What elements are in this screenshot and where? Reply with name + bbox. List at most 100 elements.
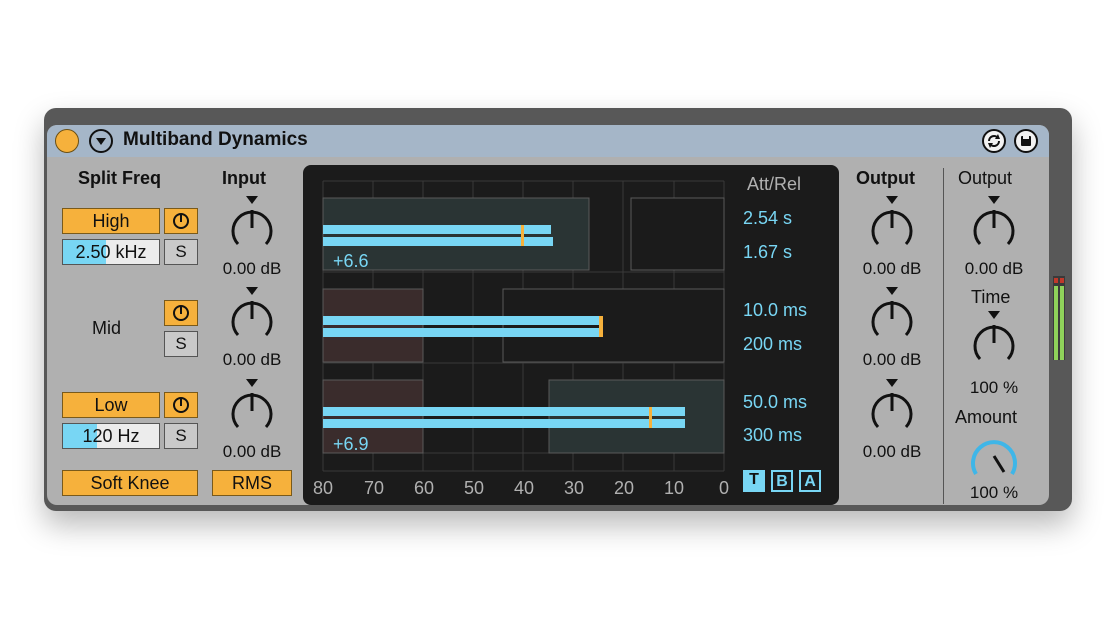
input-mid-value: 0.00 dB: [222, 350, 282, 369]
mid-band-above-region: [502, 288, 725, 363]
knob-icon: [871, 287, 913, 337]
tick-label: 0: [719, 478, 730, 498]
meter-right-channel: [1060, 286, 1064, 360]
att-rel-header: Att/Rel: [747, 174, 802, 194]
high-split-freq-field[interactable]: 2.50 kHz: [62, 239, 160, 265]
knob-icon: [973, 196, 1015, 246]
input-knob-mid[interactable]: [224, 285, 280, 343]
knob-icon: [231, 196, 273, 246]
low-split-freq-text: 120 Hz: [63, 426, 159, 447]
meter-clip-left: [1054, 278, 1058, 283]
high-band-gain-readout: +6.6: [333, 251, 369, 271]
low-band-meter-top: [323, 407, 685, 416]
collapse-icon[interactable]: [89, 129, 113, 153]
tick-label: 70: [364, 478, 385, 498]
view-above-button[interactable]: A: [799, 470, 821, 492]
high-band-activator[interactable]: [164, 208, 198, 234]
amount-value: 100 %: [969, 483, 1019, 502]
tick-label: 40: [514, 478, 535, 498]
low-release-value[interactable]: 300 ms: [743, 425, 802, 446]
section-divider: [943, 168, 944, 504]
low-band-gain-readout: +6.9: [333, 434, 369, 454]
knob-icon: [231, 287, 273, 337]
output-high-value: 0.00 dB: [862, 259, 922, 278]
mid-band-meter-bottom: [323, 328, 603, 337]
rms-button[interactable]: RMS: [212, 470, 292, 496]
mid-band-peak-marker: [599, 316, 603, 337]
low-band-peak-marker: [649, 407, 652, 428]
knob-icon: [971, 440, 1017, 476]
x-axis-ticks: 80 70 60 50 40 30 20 10 0: [303, 478, 743, 500]
meter-clip-right: [1060, 278, 1064, 283]
knob-icon: [231, 379, 273, 429]
input-low-value: 0.00 dB: [222, 442, 282, 461]
knob-icon: [871, 196, 913, 246]
high-band-button[interactable]: High: [62, 208, 160, 234]
high-band-peak-marker: [521, 225, 524, 246]
device-title: Multiband Dynamics: [123, 129, 308, 150]
low-band-meter-bottom: [323, 419, 685, 428]
high-band-meter-bottom: [323, 237, 553, 246]
low-split-freq-unit: Hz: [117, 426, 140, 446]
power-icon[interactable]: [55, 129, 79, 153]
output-low-value: 0.00 dB: [862, 442, 922, 461]
dynamics-display[interactable]: +6.6 +6.9 80 70 60 50 40 30 20 10 0 Att/…: [303, 165, 839, 505]
mid-solo-button[interactable]: S: [164, 331, 198, 357]
output-knob-low[interactable]: [864, 377, 920, 435]
global-output-header: Output: [958, 168, 1013, 188]
high-release-value[interactable]: 1.67 s: [743, 242, 792, 263]
high-band-above-region: [630, 197, 725, 271]
input-header: Input: [222, 168, 266, 188]
input-knob-high[interactable]: [224, 194, 280, 252]
global-output-knob[interactable]: [966, 194, 1022, 252]
device-title-bar[interactable]: Multiband Dynamics: [47, 125, 1049, 157]
hot-swap-icon[interactable]: [982, 129, 1006, 153]
view-below-button[interactable]: B: [771, 470, 793, 492]
meter-left-channel: [1054, 286, 1058, 360]
high-split-freq-value: 2.50: [75, 242, 111, 262]
tick-label: 10: [664, 478, 685, 498]
knob-icon: [871, 379, 913, 429]
soft-knee-button[interactable]: Soft Knee: [62, 470, 198, 496]
tick-label: 20: [614, 478, 635, 498]
high-split-freq-unit: kHz: [115, 242, 147, 262]
tick-label: 50: [464, 478, 485, 498]
tick-label: 30: [564, 478, 585, 498]
output-header: Output: [856, 168, 915, 188]
amount-knob[interactable]: [966, 428, 1022, 484]
time-value: 100 %: [969, 378, 1019, 397]
mid-band-activator[interactable]: [164, 300, 198, 326]
high-attack-value[interactable]: 2.54 s: [743, 208, 792, 229]
low-band-activator[interactable]: [164, 392, 198, 418]
time-header: Time: [971, 287, 1011, 307]
global-output-value: 0.00 dB: [964, 259, 1024, 278]
low-attack-value[interactable]: 50.0 ms: [743, 392, 807, 413]
knob-icon: [973, 311, 1015, 361]
tick-label: 80: [313, 478, 334, 498]
output-mid-value: 0.00 dB: [862, 350, 922, 369]
high-solo-button[interactable]: S: [164, 239, 198, 265]
input-knob-low[interactable]: [224, 377, 280, 435]
mid-band-meter-top: [323, 316, 603, 325]
low-solo-button[interactable]: S: [164, 423, 198, 449]
output-level-meter: [1053, 276, 1065, 360]
high-band-meter-top: [323, 225, 551, 234]
low-band-above-region: [548, 379, 725, 454]
split-freq-header: Split Freq: [78, 168, 162, 188]
low-split-freq-value: 120: [82, 426, 113, 446]
mid-band-label: Mid: [92, 318, 122, 338]
time-knob[interactable]: [966, 309, 1022, 367]
save-preset-icon[interactable]: [1014, 129, 1038, 153]
output-knob-mid[interactable]: [864, 285, 920, 343]
output-knob-high[interactable]: [864, 194, 920, 252]
low-band-button[interactable]: Low: [62, 392, 160, 418]
power-icon: [173, 213, 189, 229]
mid-band-below-region: [322, 288, 424, 363]
high-split-freq-text: 2.50 kHz: [63, 242, 159, 263]
input-high-value: 0.00 dB: [222, 259, 282, 278]
power-icon: [173, 397, 189, 413]
mid-release-value[interactable]: 200 ms: [743, 334, 802, 355]
view-time-button[interactable]: T: [743, 470, 765, 492]
mid-attack-value[interactable]: 10.0 ms: [743, 300, 807, 321]
low-split-freq-field[interactable]: 120 Hz: [62, 423, 160, 449]
